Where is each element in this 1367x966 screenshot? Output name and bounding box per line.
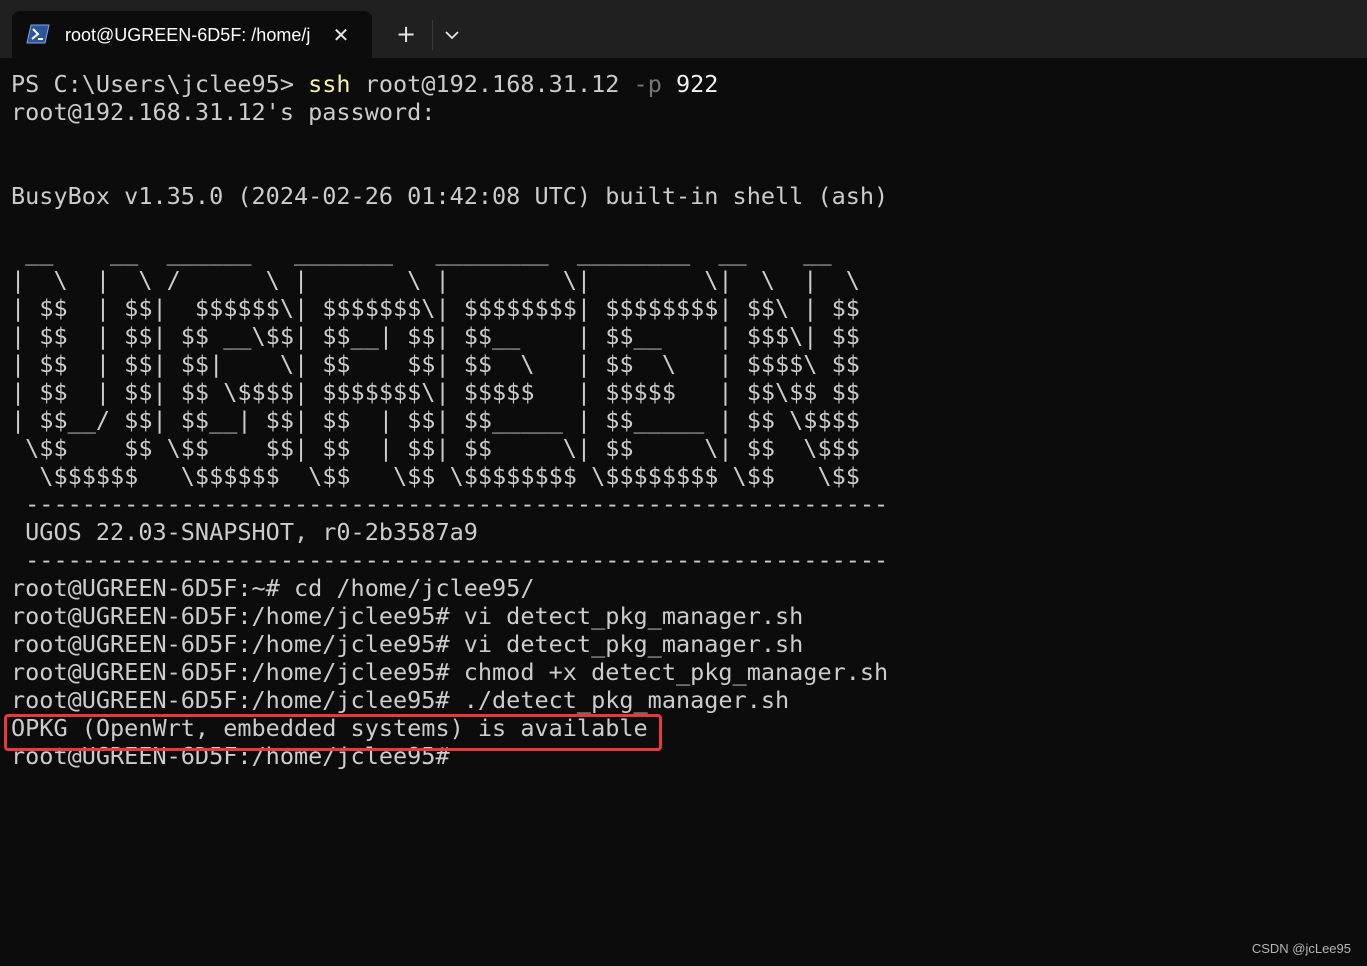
ascii-logo-line: | $$ | $$| $$ \$$$$| $$$$$$$\| $$$$$ | $… <box>11 378 860 406</box>
ssh-host: root@192.168.31.12 <box>350 70 634 98</box>
new-tab-button[interactable]: + <box>392 22 420 48</box>
shell-command-line: root@UGREEN-6D5F:~# cd /home/jclee95/ <box>11 574 535 602</box>
ascii-logo-line: | $$ | $$| $$$$$$\| $$$$$$$\| $$$$$$$$| … <box>11 294 860 322</box>
ascii-logo-line: | $$ | $$| $$ __\$$| $$__| $$| $$__ | $$… <box>11 322 860 350</box>
ssh-command-line: PS C:\Users\jclee95> ssh root@192.168.31… <box>11 70 1351 98</box>
powershell-icon <box>26 24 50 44</box>
ascii-logo-line: | $$ | $$| $$| \| $$ $$| $$ \ | $$ \ | $… <box>11 350 860 378</box>
tab-title: root@UGREEN-6D5F: /home/j <box>65 25 311 45</box>
ps-prompt: PS C:\Users\jclee95> <box>11 70 309 98</box>
separator-line: ----------------------------------------… <box>11 546 889 574</box>
busybox-banner: BusyBox v1.35.0 (2024-02-26 01:42:08 UTC… <box>11 182 889 210</box>
highlight-annotation <box>4 714 662 751</box>
ascii-logo-line: __ __ ______ _______ ________ ________ _… <box>11 238 832 266</box>
watermark: CSDN @jcLee95 <box>1251 941 1351 956</box>
close-icon[interactable]: ✕ <box>330 24 352 46</box>
terminal-tab[interactable]: root@UGREEN-6D5F: /home/j ✕ <box>12 11 372 58</box>
ascii-logo-line: \$$ $$ \$$ $$| $$ | $$| $$ \| $$ \| $$ \… <box>11 434 860 462</box>
separator-line: ----------------------------------------… <box>11 490 889 518</box>
password-prompt: root@192.168.31.12's password: <box>11 98 436 126</box>
ssh-command: ssh <box>308 70 351 98</box>
chevron-down-icon[interactable] <box>440 24 464 46</box>
ssh-flag: -p <box>633 70 662 98</box>
shell-command-line: root@UGREEN-6D5F:/home/jclee95# vi detec… <box>11 630 804 658</box>
ascii-logo-line: | \ | \ / \ | \ | \| \| \ | \ <box>11 266 860 294</box>
ssh-port: 922 <box>661 70 719 98</box>
terminal-output[interactable]: PS C:\Users\jclee95> ssh root@192.168.31… <box>11 70 1351 790</box>
os-version: UGOS 22.03-SNAPSHOT, r0-2b3587a9 <box>11 518 478 546</box>
ascii-logo-line: \$$$$$$ \$$$$$$ \$$ \$$ \$$$$$$$$ \$$$$$… <box>11 462 860 490</box>
shell-command-line: root@UGREEN-6D5F:/home/jclee95# vi detec… <box>11 602 804 630</box>
title-bar: root@UGREEN-6D5F: /home/j ✕ + <box>0 0 1367 58</box>
ascii-logo-line: | $$__/ $$| $$__| $$| $$ | $$| $$_____ |… <box>11 406 860 434</box>
shell-command-line: root@UGREEN-6D5F:/home/jclee95# chmod +x… <box>11 658 889 686</box>
shell-command-line: root@UGREEN-6D5F:/home/jclee95# ./detect… <box>11 686 790 714</box>
divider <box>432 20 433 50</box>
